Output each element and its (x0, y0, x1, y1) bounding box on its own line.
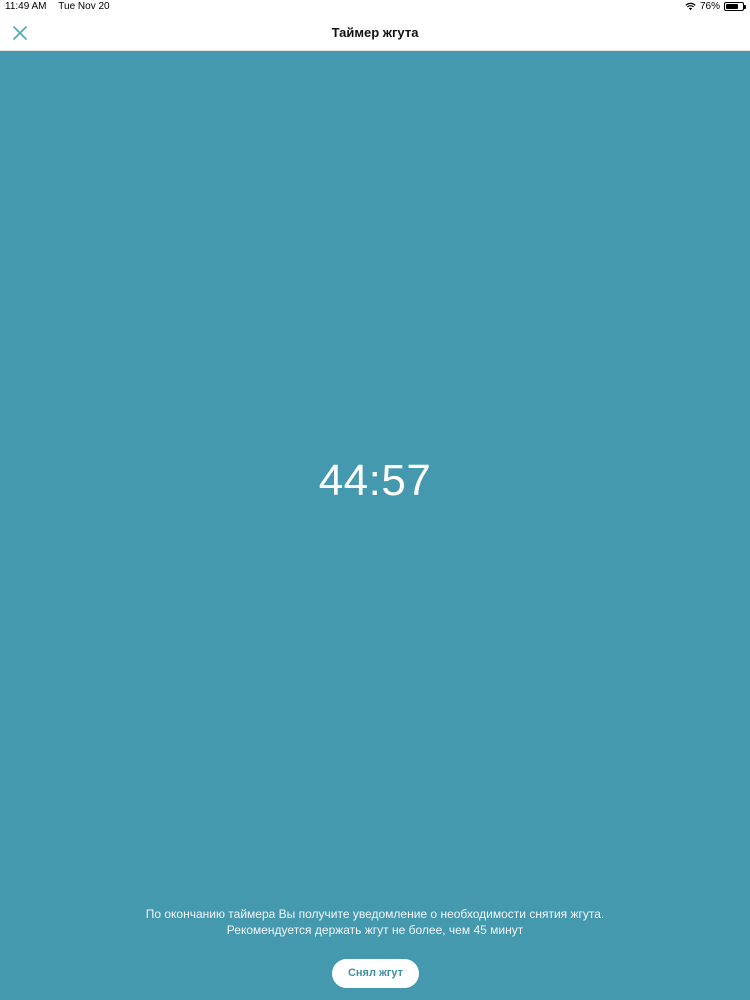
timer-display: 44:57 (318, 456, 432, 505)
timer-notice: По окончанию таймера Вы получите уведомл… (0, 906, 750, 938)
timer-screen: 44:57 По окончанию таймера Вы получите у… (0, 51, 750, 1000)
tourniquet-removed-button[interactable]: Снял жгут (332, 959, 419, 988)
status-left: 11:49 AM Tue Nov 20 (5, 1, 110, 12)
page-title: Таймер жгута (331, 25, 419, 40)
status-time: 11:49 AM (5, 1, 47, 12)
wifi-icon (685, 2, 696, 11)
battery-percent: 76% (699, 1, 720, 12)
battery-fill (726, 4, 739, 9)
status-bar: 11:49 AM Tue Nov 20 76% (0, 0, 750, 14)
status-date: Tue Nov 20 (58, 1, 110, 12)
notice-line-2: Рекомендуется держать жгут не более, чем… (226, 923, 524, 937)
battery-icon (724, 2, 746, 11)
notice-line-1: По окончанию таймера Вы получите уведомл… (145, 907, 605, 921)
nav-bar: Таймер жгута (0, 14, 750, 51)
status-right: 76% (685, 1, 746, 12)
